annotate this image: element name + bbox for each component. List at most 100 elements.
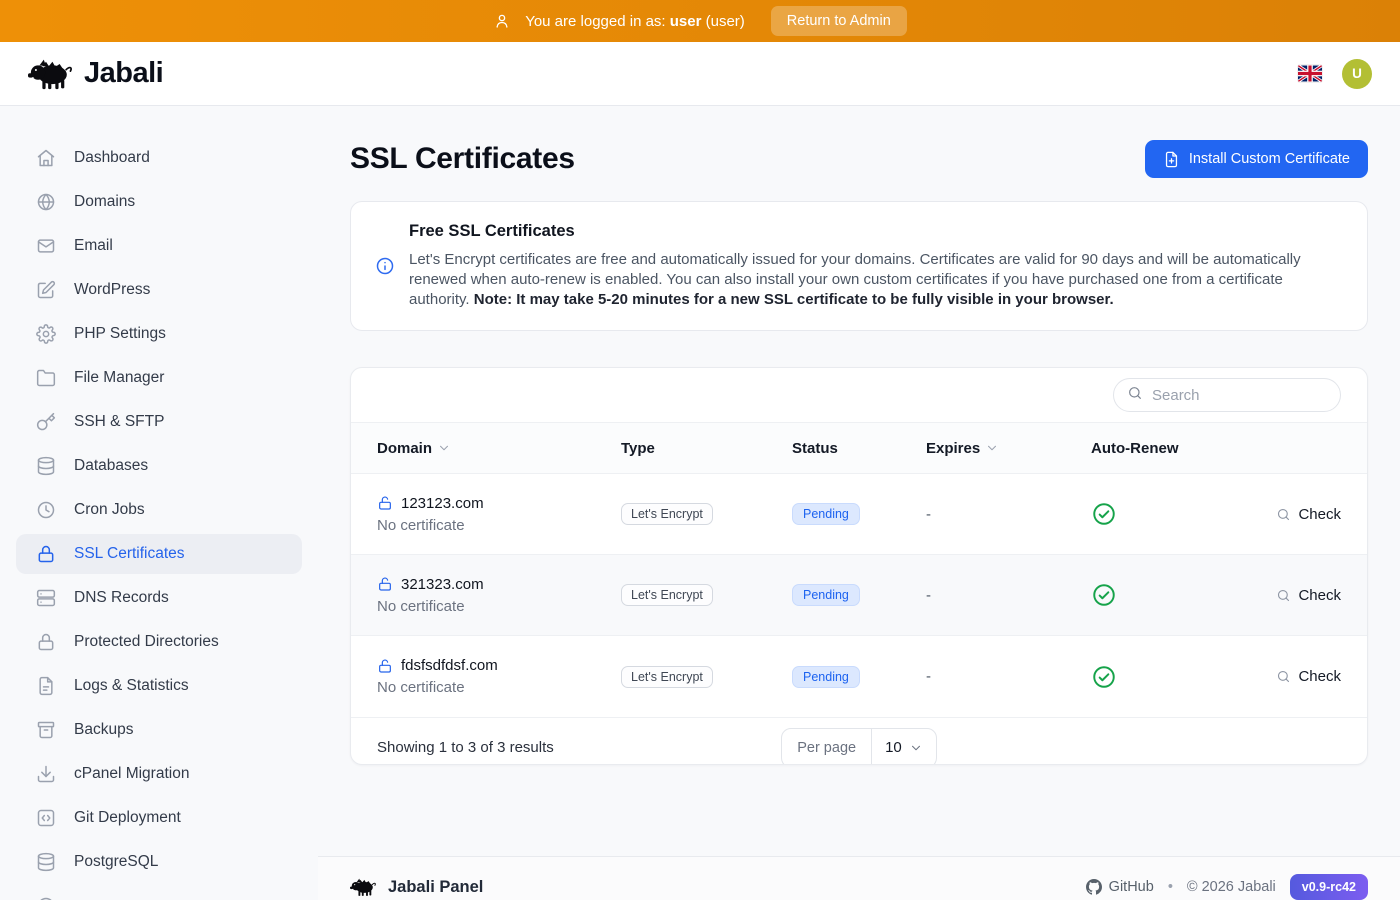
check-button[interactable]: Check [1276,506,1341,523]
github-icon [1086,879,1102,895]
globe-icon [36,192,56,212]
github-link[interactable]: GitHub [1086,879,1154,895]
check-label: Check [1298,587,1341,604]
brand-logo[interactable]: Jabali [28,57,163,91]
sidebar-item-label: Email [74,237,113,255]
boar-footer-icon [350,877,377,897]
lock-icon [36,544,56,564]
sidebar-item-dashboard[interactable]: Dashboard [16,138,302,178]
user-avatar[interactable]: U [1342,59,1372,89]
search-box[interactable] [1113,378,1341,412]
header: Jabali U [0,42,1400,106]
sidebar-item-label: Dashboard [74,149,150,167]
per-page-select[interactable]: Per page 10 [781,728,937,766]
table-body: 123123.com No certificate Let's Encrypt … [351,474,1367,717]
footer-separator: • [1168,879,1173,895]
database-icon [36,852,56,872]
sidebar-item-ssl-certificates[interactable]: SSL Certificates [16,534,302,574]
column-header-expires[interactable]: Expires [926,440,1091,457]
info-card-body: Let's Encrypt certificates are free and … [409,250,1343,310]
boar-logo-icon [28,57,74,91]
unlock-icon [377,495,393,511]
sidebar-item-php-settings[interactable]: PHP Settings [16,314,302,354]
edit-icon [36,280,56,300]
check-button[interactable]: Check [1276,668,1341,685]
clock-icon [36,500,56,520]
sidebar-nav: Dashboard Domains Email WordPress PHP Settin… [0,106,318,900]
certificate-subtext: No certificate [377,679,621,696]
sidebar-item-label: WordPress [74,281,150,299]
sidebar-item-partial[interactable] [16,886,302,900]
type-badge: Let's Encrypt [621,666,713,688]
expires-value: - [926,587,1091,604]
table-row: 321323.com No certificate Let's Encrypt … [351,555,1367,636]
auto-renew-check-circle-icon[interactable] [1091,582,1117,608]
domain-cell: 321323.com No certificate [377,576,621,615]
install-custom-certificate-button[interactable]: Install Custom Certificate [1145,140,1368,178]
status-badge: Pending [792,584,860,606]
sidebar-item-dns-records[interactable]: DNS Records [16,578,302,618]
database-icon [36,456,56,476]
status-badge: Pending [792,666,860,688]
type-badge: Let's Encrypt [621,503,713,525]
per-page-value: 10 [885,739,902,756]
sidebar-item-label: Databases [74,457,148,475]
search-icon [1276,669,1291,684]
version-badge[interactable]: v0.9-rc42 [1290,874,1368,900]
circle-icon [36,896,56,900]
chevron-down-icon [909,741,923,755]
sidebar-item-label: DNS Records [74,589,169,607]
expires-value: - [926,668,1091,685]
pagination-row: Showing 1 to 3 of 3 results Per page 10 [351,717,1367,765]
per-page-label: Per page [782,729,871,766]
column-header-domain[interactable]: Domain [377,440,621,457]
server-icon [36,588,56,608]
domain-name: 123123.com [401,495,484,512]
sidebar-item-cron-jobs[interactable]: Cron Jobs [16,490,302,530]
return-to-admin-button[interactable]: Return to Admin [771,6,907,36]
domain-name: fdsfsdfdsf.com [401,657,498,674]
footer-copyright: © 2026 Jabali [1187,879,1276,895]
search-icon [1276,507,1291,522]
sidebar-item-postgresql[interactable]: PostgreSQL [16,842,302,882]
sidebar-item-file-manager[interactable]: File Manager [16,358,302,398]
free-ssl-info-card: Free SSL Certificates Let's Encrypt cert… [350,201,1368,331]
status-badge: Pending [792,503,860,525]
sidebar-item-cpanel-migration[interactable]: cPanel Migration [16,754,302,794]
table-row: 123123.com No certificate Let's Encrypt … [351,474,1367,555]
folder-icon [36,368,56,388]
sidebar-item-ssh-sftp[interactable]: SSH & SFTP [16,402,302,442]
sidebar-item-databases[interactable]: Databases [16,446,302,486]
sidebar-item-logs-statistics[interactable]: Logs & Statistics [16,666,302,706]
sidebar-item-protected-directories[interactable]: Protected Directories [16,622,302,662]
chevron-down-icon [437,441,451,455]
impersonated-username: user [670,13,702,30]
domain-cell: 123123.com No certificate [377,495,621,534]
auto-renew-check-circle-icon[interactable] [1091,664,1117,690]
info-card-title: Free SSL Certificates [409,222,1343,241]
sidebar-item-label: Domains [74,193,135,211]
sidebar-item-domains[interactable]: Domains [16,182,302,222]
sidebar-item-label: PostgreSQL [74,853,158,871]
language-flag-uk-icon[interactable] [1298,65,1322,82]
unlock-icon [377,576,393,592]
archive-icon [36,720,56,740]
file-text-icon [36,676,56,696]
file-plus-icon [1163,151,1180,168]
search-input[interactable] [1152,387,1351,404]
sidebar-item-backups[interactable]: Backups [16,710,302,750]
sidebar-item-email[interactable]: Email [16,226,302,266]
auto-renew-check-circle-icon[interactable] [1091,501,1117,527]
sidebar-item-label: Cron Jobs [74,501,145,519]
sidebar-item-wordpress[interactable]: WordPress [16,270,302,310]
sidebar-item-label: Protected Directories [74,633,219,651]
type-badge: Let's Encrypt [621,584,713,606]
sidebar-item-git-deployment[interactable]: Git Deployment [16,798,302,838]
check-button[interactable]: Check [1276,587,1341,604]
info-icon [375,256,395,276]
impersonation-bar: You are logged in as: user (user) Return… [0,0,1400,42]
person-icon [493,12,511,30]
check-label: Check [1298,668,1341,685]
mail-icon [36,236,56,256]
key-icon [36,412,56,432]
